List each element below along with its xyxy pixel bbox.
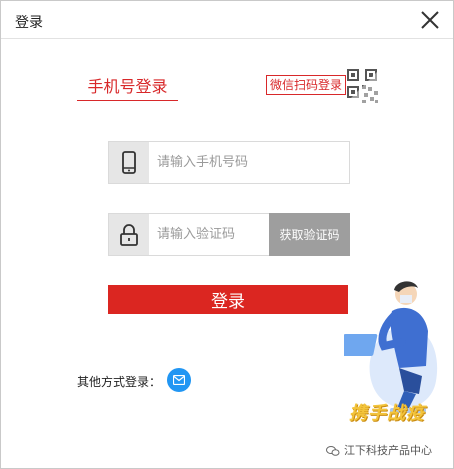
close-icon[interactable] [419, 9, 441, 31]
watermark: 江下科技产品中心 [326, 442, 432, 458]
watermark-text: 江下科技产品中心 [344, 444, 432, 457]
promo-text: 携手战疫 [349, 403, 425, 424]
active-tab-indicator [77, 100, 178, 101]
login-window: 登录 手机号登录 微信扫码登录 请输入手机号码 请输入验证码 获取验证码 登录 … [0, 0, 454, 469]
get-code-button[interactable]: 获取验证码 [269, 213, 350, 256]
verification-code-input[interactable] [157, 214, 267, 255]
code-field: 获取验证码 [108, 213, 350, 256]
wechat-login-tag[interactable]: 微信扫码登录 [266, 75, 347, 95]
window-title: 登录 [15, 15, 43, 31]
login-button[interactable]: 登录 [108, 285, 348, 314]
lock-icon-box [109, 214, 149, 255]
phone-input[interactable] [157, 142, 337, 183]
phone-field [108, 141, 350, 184]
mail-login-button[interactable] [167, 368, 191, 392]
title-bar: 登录 [1, 1, 453, 39]
mail-icon [173, 375, 185, 385]
phone-icon-box [109, 142, 149, 183]
other-login-label: 其他方式登录： [77, 375, 162, 389]
wechat-icon [326, 446, 340, 456]
tab-phone-login[interactable]: 手机号登录 [77, 73, 178, 97]
phone-icon [122, 151, 136, 174]
lock-icon [120, 224, 138, 246]
qr-code-icon[interactable] [344, 67, 380, 105]
